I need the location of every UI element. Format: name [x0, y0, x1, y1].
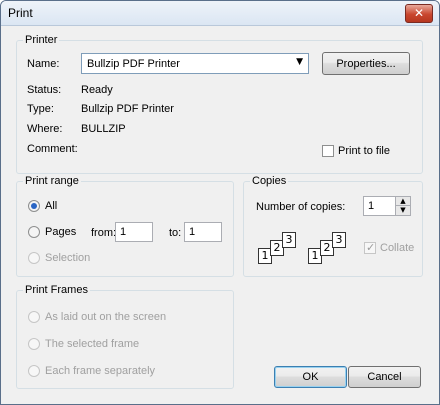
- collate-label[interactable]: Collate: [380, 242, 414, 254]
- page-3-icon: 3: [282, 232, 296, 248]
- where-value: BULLZIP: [81, 123, 126, 135]
- close-button[interactable]: ✕: [405, 4, 433, 23]
- print-frames-group: Print Frames As laid out on the screen T…: [16, 284, 234, 389]
- selection-radio[interactable]: [28, 252, 40, 264]
- frames-selected-radio[interactable]: [28, 338, 40, 350]
- to-value: 1: [189, 226, 196, 238]
- frames-layout-radio[interactable]: [28, 311, 40, 323]
- printer-group-title: Printer: [23, 34, 60, 46]
- name-label: Name:: [27, 58, 60, 70]
- status-value: Ready: [81, 84, 113, 96]
- copies-group: Copies Number of copies: 1 ▲ ▼ 1 2 3 1 2…: [243, 175, 423, 277]
- printer-name-select[interactable]: Bullzip PDF Printer ▼: [81, 53, 309, 74]
- spinner-down-button[interactable]: ▼: [395, 205, 410, 215]
- checkmark-icon: ✓: [366, 241, 376, 254]
- number-of-copies-label: Number of copies:: [256, 201, 346, 213]
- status-label: Status:: [27, 84, 62, 96]
- print-dialog: Print ✕ Printer Name: Bullzip PDF Printe…: [0, 0, 440, 405]
- collate-pages-icon: 1 2 3: [258, 232, 302, 266]
- print-range-group: Print range All Pages from: 1 to: 1 Sele…: [16, 175, 234, 277]
- print-frames-group-title: Print Frames: [23, 284, 90, 296]
- from-label: from:: [91, 227, 117, 239]
- frames-each-label[interactable]: Each frame separately: [45, 365, 155, 377]
- window-title: Print: [8, 6, 33, 20]
- printer-name-value: Bullzip PDF Printer: [87, 58, 180, 70]
- page-3-icon: 3: [332, 232, 346, 248]
- pages-label[interactable]: Pages: [45, 226, 76, 238]
- print-to-file-checkbox[interactable]: [322, 145, 334, 157]
- properties-button-label: Properties...: [336, 58, 396, 70]
- from-input[interactable]: 1: [115, 222, 153, 242]
- properties-button[interactable]: Properties...: [322, 52, 410, 75]
- frames-each-radio[interactable]: [28, 365, 40, 377]
- all-radio[interactable]: [28, 200, 40, 212]
- close-icon: ✕: [413, 6, 425, 20]
- where-label: Where:: [27, 123, 63, 135]
- type-label: Type:: [27, 103, 54, 115]
- frames-layout-label[interactable]: As laid out on the screen: [45, 311, 166, 323]
- printer-group: Printer Name: Bullzip PDF Printer ▼ Prop…: [16, 34, 423, 174]
- cancel-button[interactable]: Cancel: [348, 366, 421, 388]
- ok-button-label: OK: [302, 371, 319, 383]
- pages-radio[interactable]: [28, 226, 40, 238]
- dropdown-arrow-icon: ▼: [296, 57, 303, 67]
- copies-spinner[interactable]: 1 ▲ ▼: [363, 196, 411, 216]
- from-value: 1: [120, 226, 127, 238]
- copies-group-title: Copies: [250, 175, 289, 187]
- comment-label: Comment:: [27, 143, 78, 155]
- print-to-file-label[interactable]: Print to file: [338, 145, 390, 157]
- title-bar[interactable]: Print ✕: [1, 1, 439, 26]
- dialog-body: Printer Name: Bullzip PDF Printer ▼ Prop…: [7, 26, 433, 398]
- collate-pages-icon-2: 1 2 3: [308, 232, 352, 266]
- to-input[interactable]: 1: [184, 222, 222, 242]
- copies-value: 1: [368, 200, 375, 212]
- cancel-button-label: Cancel: [367, 371, 402, 383]
- type-value: Bullzip PDF Printer: [81, 103, 174, 115]
- frames-selected-label[interactable]: The selected frame: [45, 338, 139, 350]
- collate-checkbox[interactable]: ✓: [364, 241, 376, 254]
- all-label[interactable]: All: [45, 200, 57, 212]
- selection-label[interactable]: Selection: [45, 252, 90, 264]
- to-label: to:: [169, 227, 182, 239]
- ok-button[interactable]: OK: [274, 366, 347, 388]
- print-range-group-title: Print range: [23, 175, 81, 187]
